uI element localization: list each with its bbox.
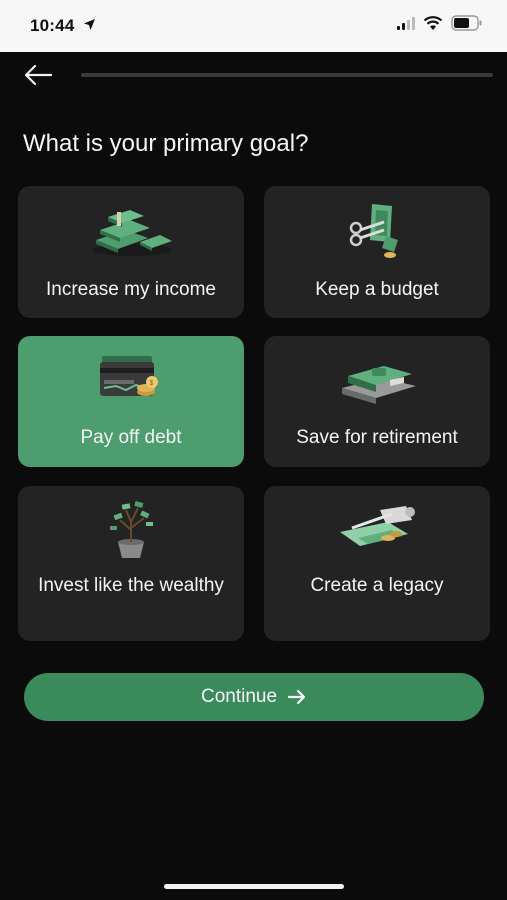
goal-option-increase-income[interactable]: Increase my income xyxy=(18,186,244,318)
scissors-cash-icon xyxy=(349,204,398,258)
top-nav xyxy=(0,52,507,102)
battery-icon xyxy=(451,15,482,31)
status-time: 10:44 xyxy=(30,16,96,36)
goal-option-label: Save for retirement xyxy=(296,427,458,448)
home-indicator xyxy=(164,884,344,889)
back-button[interactable] xyxy=(22,62,54,88)
goal-option-label: Pay off debt xyxy=(80,427,182,448)
goal-option-label: Keep a budget xyxy=(315,279,439,300)
goal-option-label: Increase my income xyxy=(45,279,216,300)
goal-option-label: Create a legacy xyxy=(310,575,444,596)
goal-option-invest-wealthy[interactable]: Invest like the wealthy xyxy=(18,486,244,641)
continue-label: Continue xyxy=(200,686,278,707)
progress-bar xyxy=(81,73,493,77)
goal-option-create-legacy[interactable]: Create a legacy xyxy=(264,486,490,641)
scroll-pen-icon xyxy=(340,506,415,546)
arrow-right-icon xyxy=(287,689,306,705)
signal-icon xyxy=(397,16,415,30)
status-bar: 10:44 xyxy=(0,0,507,52)
location-arrow-icon xyxy=(83,18,96,34)
goal-option-label: Invest like the wealthy xyxy=(38,575,224,596)
wifi-icon xyxy=(423,16,443,30)
status-icons xyxy=(397,15,483,31)
continue-button[interactable]: Continue xyxy=(24,673,484,721)
goal-option-keep-budget[interactable]: Keep a budget xyxy=(264,186,490,318)
back-arrow-icon xyxy=(24,64,53,86)
clock-text: 10:44 xyxy=(30,16,75,35)
credit-card-coins-icon: $ xyxy=(100,356,158,396)
book-stack-icon xyxy=(342,366,416,404)
cash-stack-icon xyxy=(92,210,172,256)
svg-text:$: $ xyxy=(150,380,154,387)
goal-option-pay-off-debt[interactable]: $ Pay off debt xyxy=(18,336,244,467)
page-title: What is your primary goal? xyxy=(23,130,309,157)
goal-option-save-retirement[interactable]: Save for retirement xyxy=(264,336,490,467)
money-tree-icon xyxy=(110,501,153,558)
